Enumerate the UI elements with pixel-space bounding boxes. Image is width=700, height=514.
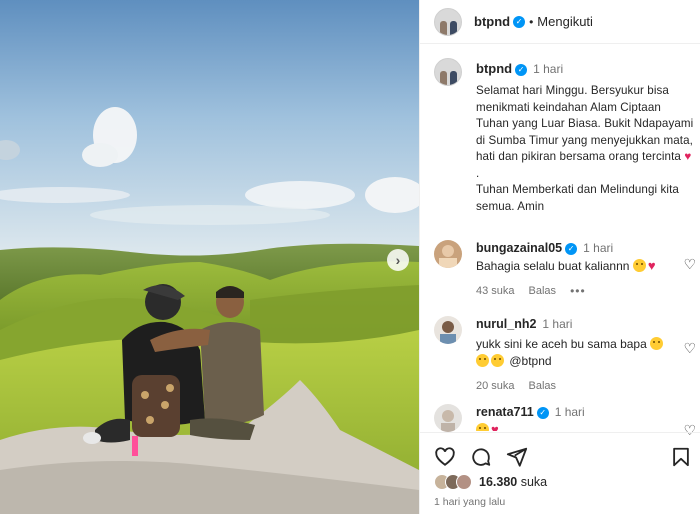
comment-time[interactable]: 1 hari — [555, 405, 585, 419]
avatar-image — [434, 404, 462, 432]
comment-text-suffix: nn — [616, 259, 630, 273]
heart-emoji-icon: ♥ — [647, 258, 656, 273]
caption-avatar[interactable] — [434, 58, 462, 86]
header-username[interactable]: btpnd — [474, 14, 510, 29]
comment-username[interactable]: bungazainal05 — [476, 241, 562, 255]
likes-count[interactable]: 16.380 suka — [479, 475, 547, 489]
likes-label: suka — [520, 475, 548, 489]
comment-text: Bahagia selalu buat kalian — [476, 259, 617, 273]
caption-body: Selamat hari Minggu. Bersyukur bisa meni… — [476, 83, 694, 215]
caption-blessing-text: . Tuhan Memberkati dan Melindungi kita s… — [476, 166, 679, 213]
like-comment-heart-icon[interactable]: ♡ — [683, 256, 696, 273]
like-comment-heart-icon[interactable]: ♡ — [683, 340, 696, 357]
comment-likes[interactable]: 20 suka — [476, 378, 515, 395]
caption-text-block: btpnd ✓ 1 hari Selamat hari Minggu. Bersyu… — [476, 60, 694, 215]
heart-outline-icon[interactable] — [434, 446, 458, 470]
share-svg — [506, 447, 528, 467]
bookmark-icon[interactable] — [670, 446, 694, 470]
next-photo-button[interactable]: › — [387, 249, 409, 271]
heart-outline-svg — [435, 447, 455, 466]
caption-username[interactable]: btpnd — [476, 61, 512, 76]
comment-username[interactable]: nurul_nh2 — [476, 317, 536, 331]
liker-avatar — [456, 474, 472, 490]
reply-button[interactable]: Balas — [529, 378, 557, 395]
verified-badge-icon: ✓ — [513, 15, 526, 28]
caption-main-text: Selamat hari Minggu. Bersyukur bisa meni… — [476, 84, 694, 163]
verified-badge-icon: ✓ — [565, 242, 578, 255]
avatar[interactable] — [434, 7, 462, 36]
commenter-avatar[interactable] — [434, 316, 462, 344]
heart-eyes-emoji-icon — [632, 259, 646, 272]
comment-text: yukk sini ke aceh bu sama bapa — [476, 337, 647, 351]
hugging-emoji-icon — [476, 354, 489, 367]
avatar-image — [434, 316, 462, 344]
comment-time[interactable]: 1 hari — [542, 317, 572, 331]
comment-time[interactable]: 1 hari — [583, 241, 613, 255]
post-details-panel: btpnd ✓ • Mengikuti btpnd ✓ 1 hari Selamat… — [419, 0, 700, 514]
comment-username[interactable]: renata711 — [476, 405, 534, 419]
heart-emoji-icon: ♥ — [684, 150, 692, 163]
post-actions — [434, 446, 694, 470]
more-options-icon[interactable]: ••• — [570, 283, 586, 300]
comment-body: renata711 ✓ 1 hari ♥ — [476, 404, 666, 431]
landscape-photo — [0, 0, 419, 514]
separator-dot: • — [529, 14, 534, 29]
likes-number: 16.380 — [479, 475, 518, 489]
verified-badge-icon: ✓ — [515, 63, 528, 76]
comment-likes[interactable]: 43 suka — [476, 283, 515, 300]
share-icon[interactable] — [506, 446, 530, 470]
hugging-emoji-icon — [650, 337, 664, 350]
heart-emoji-icon: ♥ — [491, 422, 499, 431]
commenter-avatar[interactable] — [434, 240, 462, 268]
commenter-avatar[interactable] — [434, 404, 462, 432]
comment-mention[interactable]: @btpnd — [509, 354, 551, 368]
comment-icon[interactable] — [470, 446, 494, 470]
follow-status-button[interactable]: Mengikuti — [537, 14, 593, 29]
post-photo[interactable]: › — [0, 0, 419, 514]
post-header: btpnd ✓ • Mengikuti — [420, 0, 700, 44]
divider — [420, 432, 700, 433]
hugging-emoji-icon — [491, 354, 504, 367]
like-comment-heart-icon[interactable]: ♡ — [683, 422, 696, 439]
comment-svg — [472, 448, 491, 466]
avatar-image — [434, 240, 462, 268]
reply-button[interactable]: Balas — [529, 283, 557, 300]
heart-eyes-emoji-icon — [476, 423, 489, 431]
verified-badge-icon: ✓ — [536, 406, 549, 419]
bookmark-svg — [673, 447, 689, 467]
chevron-right-icon: › — [395, 252, 401, 268]
comment-body: bungazainal05 ✓ 1 hari Bahagia selalu buat… — [476, 240, 666, 300]
likes-row[interactable]: 16.380 suka — [434, 474, 547, 490]
comment-body: nurul_nh2 1 hari yukk sini ke aceh bu sam… — [476, 316, 666, 395]
caption-time[interactable]: 1 hari — [533, 62, 563, 76]
posted-time[interactable]: 1 hari yang lalu — [434, 496, 505, 508]
